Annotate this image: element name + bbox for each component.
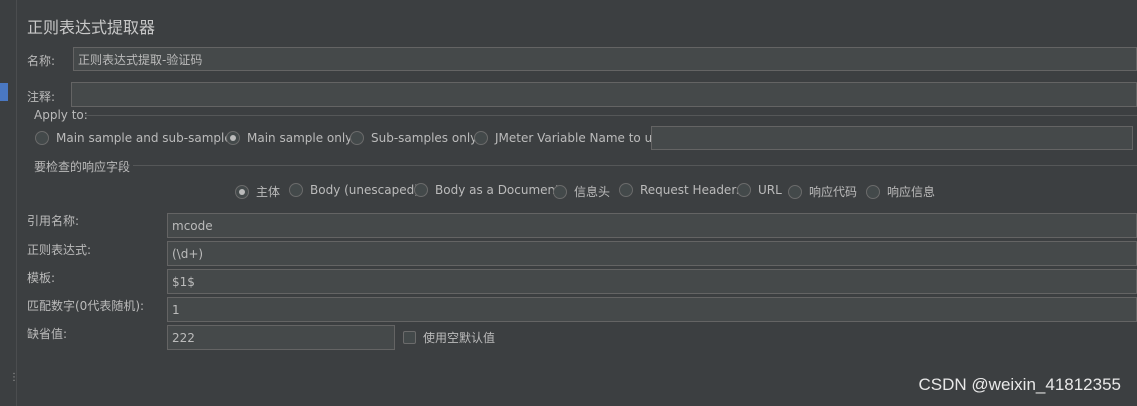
apply-to-title: Apply to: (34, 108, 88, 122)
left-gutter (0, 0, 10, 406)
radio-sub-only-label: Sub-samples only (371, 131, 478, 145)
gutter-marker (0, 83, 8, 101)
match-no-value: 1 (172, 302, 180, 317)
radio-main-and-sub-indicator (35, 131, 49, 145)
name-value: 正则表达式提取-验证码 (78, 52, 203, 67)
radio-jmeter-variable[interactable]: JMeter Variable Name to use (474, 131, 666, 145)
radio-url[interactable]: URL (737, 183, 782, 197)
default-value-value: 222 (172, 330, 195, 345)
comment-label: 注释: (27, 90, 56, 104)
radio-body-indicator (235, 184, 249, 199)
radio-body-unescaped[interactable]: Body (unescaped) (289, 183, 419, 197)
radio-body-unescaped-indicator (289, 183, 303, 197)
radio-sub-only-indicator (350, 131, 364, 145)
left-border (16, 0, 17, 406)
reference-name-value: mcode (172, 218, 213, 233)
radio-url-indicator (737, 183, 751, 197)
jmeter-variable-field[interactable] (651, 126, 1133, 150)
radio-body-label: 主体 (256, 185, 281, 199)
name-label: 名称: (27, 54, 56, 68)
template-value: $1$ (172, 274, 195, 289)
radio-body-as-document-indicator (414, 183, 428, 197)
radio-sub-only[interactable]: Sub-samples only (350, 131, 477, 145)
use-empty-default-checkbox[interactable]: 使用空默认值 (403, 329, 495, 346)
radio-main-only-indicator (226, 131, 240, 145)
use-empty-default-box (403, 331, 416, 344)
radio-body-as-document[interactable]: Body as a Document (414, 183, 560, 197)
use-empty-default-label: 使用空默认值 (423, 331, 496, 345)
template-label: 模板: (27, 271, 56, 285)
radio-url-label: URL (758, 183, 782, 197)
radio-request-headers-indicator (619, 183, 633, 197)
radio-main-and-sub[interactable]: Main sample and sub-samples (35, 131, 238, 145)
watermark: CSDN @weixin_41812355 (918, 375, 1121, 394)
radio-main-only[interactable]: Main sample only (226, 131, 352, 145)
template-field[interactable]: $1$ (167, 269, 1137, 294)
match-no-label: 匹配数字(0代表随机): (27, 299, 145, 313)
radio-request-headers[interactable]: Request Headers (619, 183, 743, 197)
comment-field[interactable] (71, 82, 1137, 107)
radio-body-as-document-label: Body as a Document (435, 183, 560, 197)
radio-main-and-sub-label: Main sample and sub-samples (56, 131, 238, 145)
radio-jmeter-variable-label: JMeter Variable Name to use (495, 131, 666, 145)
drag-handle-icon[interactable]: ⋮ (9, 373, 19, 391)
reference-name-label: 引用名称: (27, 214, 80, 228)
default-value-label: 缺省值: (27, 327, 68, 341)
regex-field[interactable]: (\d+) (167, 241, 1137, 266)
response-field-divider (133, 165, 1137, 166)
radio-response-message-label: 响应信息 (887, 185, 936, 199)
radio-headers-indicator (553, 184, 567, 199)
radio-response-code-label: 响应代码 (809, 185, 858, 199)
apply-to-divider (85, 115, 1137, 116)
radio-headers[interactable]: 信息头 (553, 183, 610, 200)
radio-body[interactable]: 主体 (235, 183, 280, 200)
regex-value: (\d+) (172, 246, 204, 261)
response-field-title: 要检查的响应字段 (34, 160, 131, 174)
radio-headers-label: 信息头 (574, 185, 611, 199)
radio-response-code-indicator (788, 184, 802, 199)
radio-response-code[interactable]: 响应代码 (788, 183, 857, 200)
regex-label: 正则表达式: (27, 243, 92, 257)
radio-jmeter-variable-indicator (474, 131, 488, 145)
radio-response-message-indicator (866, 184, 880, 199)
match-no-field[interactable]: 1 (167, 297, 1137, 322)
name-field[interactable]: 正则表达式提取-验证码 (73, 47, 1137, 71)
default-value-field[interactable]: 222 (167, 325, 395, 350)
page-title: 正则表达式提取器 (27, 18, 156, 37)
radio-main-only-label: Main sample only (247, 131, 353, 145)
radio-body-unescaped-label: Body (unescaped) (310, 183, 419, 197)
radio-response-message[interactable]: 响应信息 (866, 183, 935, 200)
radio-request-headers-label: Request Headers (640, 183, 743, 197)
reference-name-field[interactable]: mcode (167, 213, 1137, 238)
